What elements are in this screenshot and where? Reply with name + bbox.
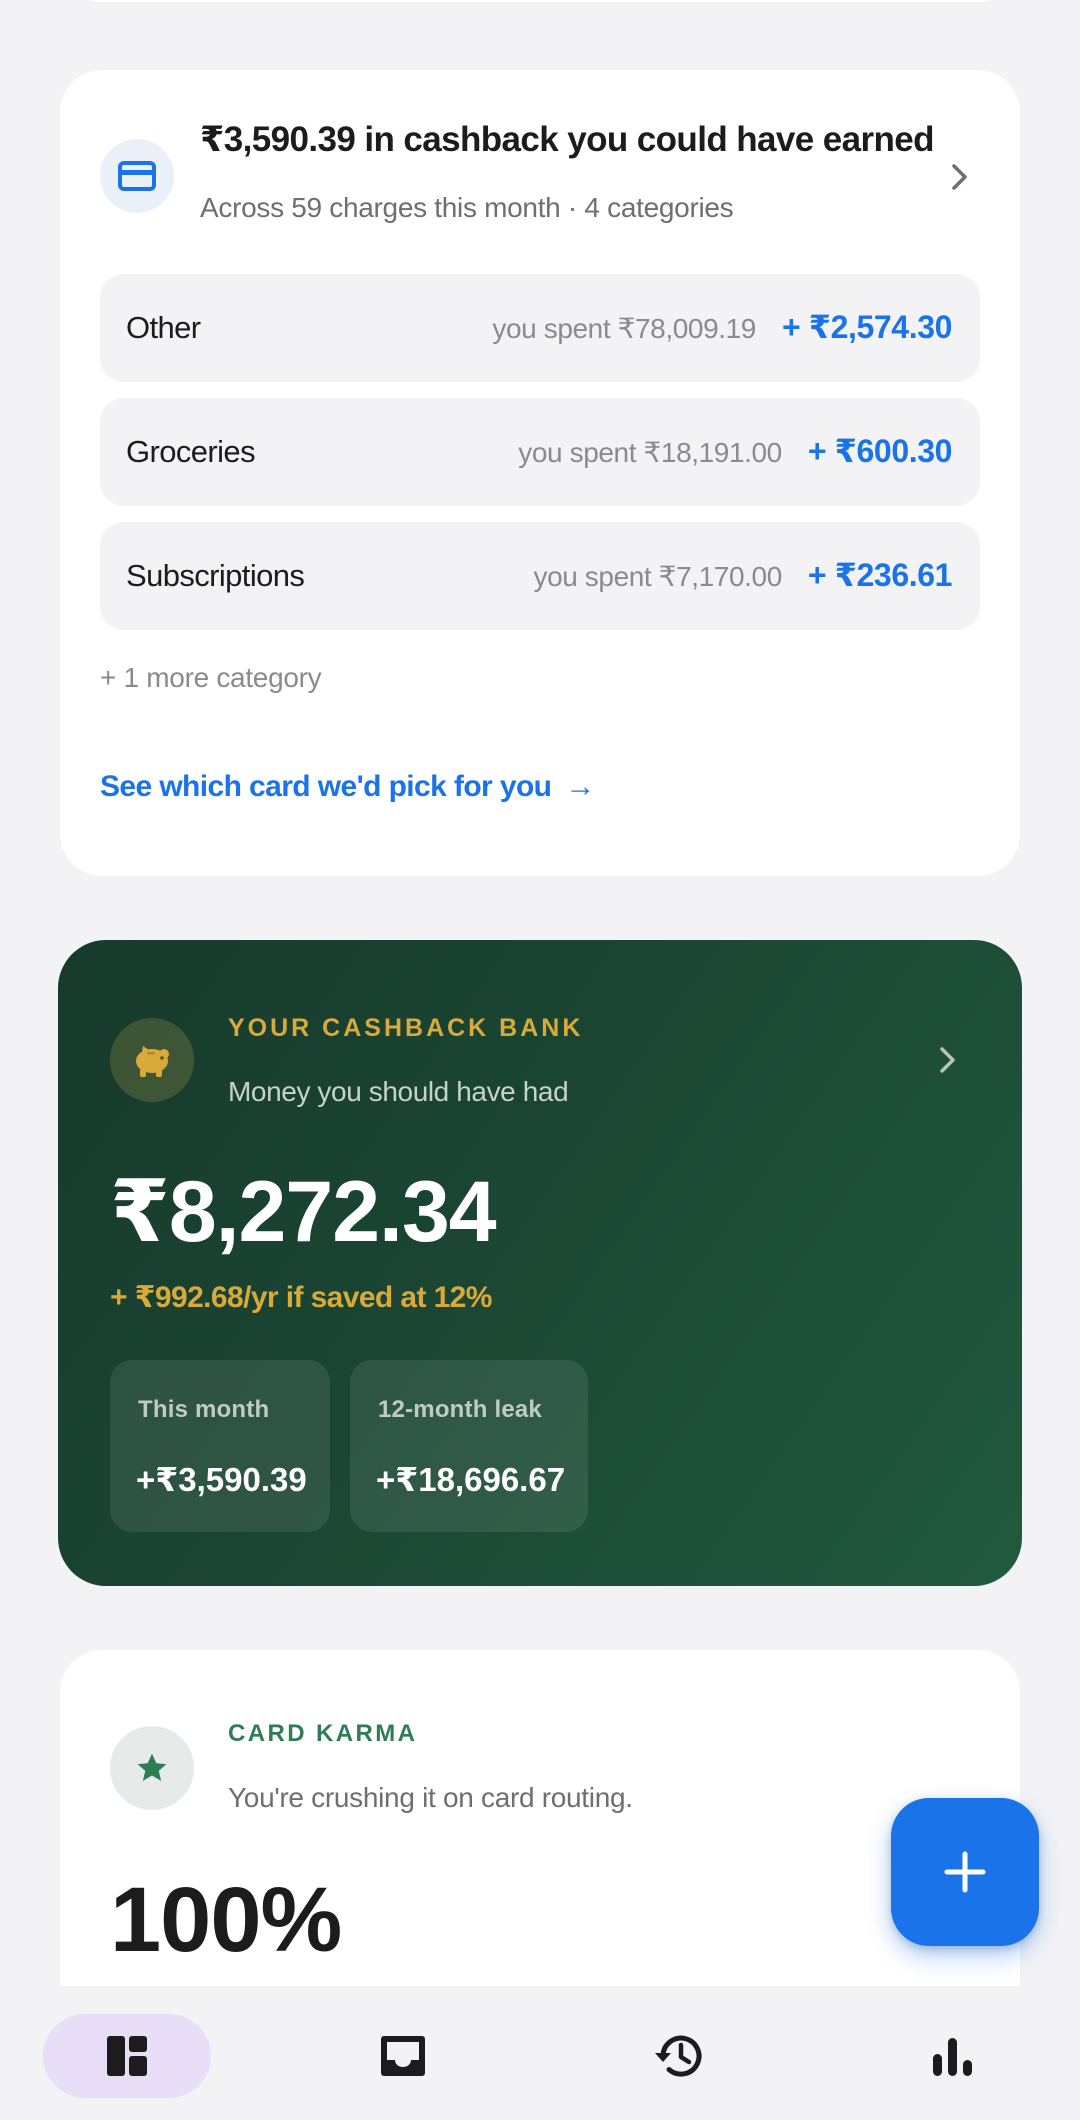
category-gain: + ₹236.61 xyxy=(807,557,953,593)
category-row-other[interactable]: Other you spent ₹78,009.19 + ₹2,574.30 xyxy=(100,274,980,382)
category-spent: you spent ₹78,009.19 xyxy=(492,313,756,344)
nav-history[interactable] xyxy=(593,2014,761,2098)
nav-stats[interactable] xyxy=(869,2014,1037,2098)
nav-dashboard[interactable] xyxy=(43,2014,211,2098)
category-gain: + ₹2,574.30 xyxy=(781,309,952,345)
category-name: Subscriptions xyxy=(126,558,305,593)
category-spent: you spent ₹7,170.00 xyxy=(533,561,782,592)
dashboard-icon xyxy=(107,2036,147,2076)
star-icon xyxy=(110,1726,194,1810)
nav-inbox[interactable] xyxy=(319,2014,487,2098)
arrow-right-icon: → xyxy=(565,770,595,803)
inbox-icon xyxy=(381,2036,425,2076)
category-spent: you spent ₹18,191.00 xyxy=(518,437,782,468)
bar-chart-icon xyxy=(933,2038,972,2076)
category-row-subscriptions[interactable]: Subscriptions you spent ₹7,170.00 + ₹236… xyxy=(100,522,980,630)
cashback-bank-yield: + ₹992.68/yr if saved at 12% xyxy=(110,1281,492,1314)
piggy-bank-icon xyxy=(110,1018,194,1102)
cashback-bank-card[interactable]: YOUR CASHBACK BANK Money you should have… xyxy=(58,940,1022,1586)
see-card-pick-link[interactable]: See which card we'd pick for you → xyxy=(100,770,595,804)
credit-card-icon xyxy=(100,139,174,213)
bottom-navigation xyxy=(0,1986,1080,2120)
card-karma-subtitle: You're crushing it on card routing. xyxy=(228,1782,633,1813)
stat-12-month-leak: 12-month leak +₹18,696.67 xyxy=(350,1360,588,1532)
card-karma-eyebrow: CARD KARMA xyxy=(228,1720,418,1747)
stat-value: +₹3,590.39 xyxy=(136,1461,307,1498)
missed-cashback-card[interactable]: ₹3,590.39 in cashback you could have ear… xyxy=(60,70,1020,876)
history-icon xyxy=(655,2035,702,2077)
category-row-groceries[interactable]: Groceries you spent ₹18,191.00 + ₹600.30 xyxy=(100,398,980,506)
missed-cashback-subtitle: Across 59 charges this month · 4 categor… xyxy=(200,192,734,223)
cashback-bank-eyebrow: YOUR CASHBACK BANK xyxy=(228,1014,584,1042)
stat-value: +₹18,696.67 xyxy=(376,1461,566,1498)
cashback-bank-subtitle: Money you should have had xyxy=(228,1076,569,1107)
stat-label: This month xyxy=(138,1396,270,1423)
stat-label: 12-month leak xyxy=(378,1396,542,1423)
see-card-pick-label: See which card we'd pick for you xyxy=(100,770,552,803)
add-button[interactable] xyxy=(891,1798,1039,1946)
chevron-right-icon[interactable] xyxy=(940,157,980,197)
previous-card-edge xyxy=(60,0,1020,2)
category-name: Groceries xyxy=(126,434,256,469)
cashback-bank-amount: ₹8,272.34 xyxy=(110,1164,497,1260)
plus-icon xyxy=(944,1851,986,1893)
more-categories-text: + 1 more category xyxy=(100,662,322,693)
stat-this-month: This month +₹3,590.39 xyxy=(110,1360,330,1532)
missed-cashback-title: ₹3,590.39 in cashback you could have ear… xyxy=(200,120,935,159)
card-karma-score: 100% xyxy=(110,1869,342,1971)
chevron-right-icon[interactable] xyxy=(928,1040,968,1080)
category-gain: + ₹600.30 xyxy=(807,433,953,469)
category-name: Other xyxy=(126,310,201,345)
